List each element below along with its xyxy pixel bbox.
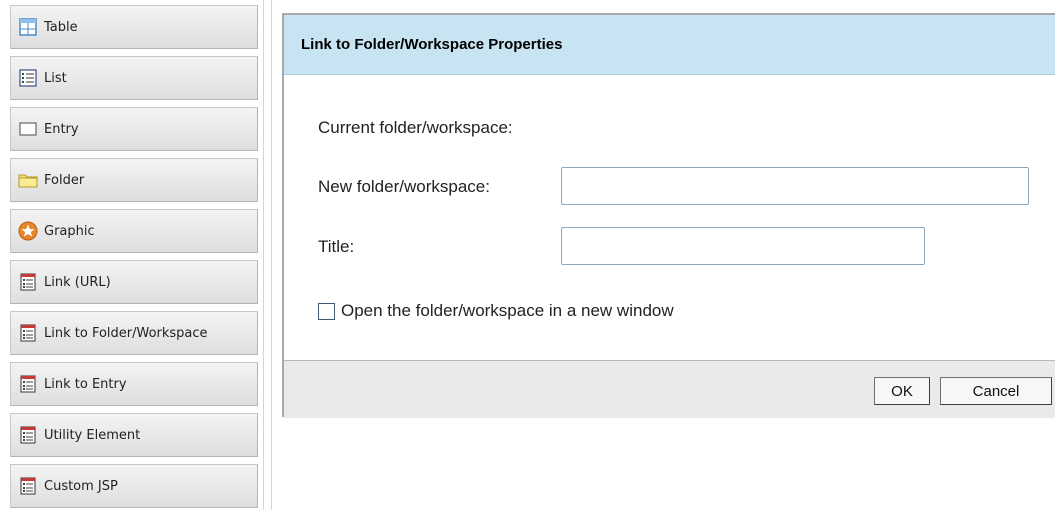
palette-item-graphic[interactable]: Graphic bbox=[10, 209, 258, 253]
folder-icon bbox=[18, 170, 38, 190]
utility-element-icon bbox=[18, 425, 38, 445]
list-icon bbox=[18, 68, 38, 88]
dialog-footer: OK Cancel bbox=[284, 360, 1055, 418]
palette-item-label: Folder bbox=[44, 172, 85, 188]
palette-item-label: Entry bbox=[44, 121, 79, 137]
entry-icon bbox=[18, 119, 38, 139]
cancel-button[interactable]: Cancel bbox=[940, 377, 1052, 405]
element-palette: Table List Entry Folder Graphic Link (UR… bbox=[10, 5, 258, 510]
palette-item-label: Graphic bbox=[44, 223, 95, 239]
title-input[interactable] bbox=[561, 227, 925, 265]
dialog-header: Link to Folder/Workspace Properties bbox=[284, 15, 1055, 75]
palette-item-label: Link to Entry bbox=[44, 376, 127, 392]
title-label: Title: bbox=[318, 237, 355, 256]
link-entry-icon bbox=[18, 374, 38, 394]
divider bbox=[271, 0, 272, 510]
ok-button[interactable]: OK bbox=[874, 377, 930, 405]
divider bbox=[263, 0, 264, 510]
palette-item-entry[interactable]: Entry bbox=[10, 107, 258, 151]
table-icon bbox=[18, 17, 38, 37]
dialog-title: Link to Folder/Workspace Properties bbox=[301, 36, 563, 53]
new-folder-label: New folder/workspace: bbox=[318, 177, 490, 196]
open-new-window-checkbox[interactable] bbox=[318, 303, 335, 320]
palette-item-custom-jsp[interactable]: Custom JSP bbox=[10, 464, 258, 508]
palette-item-folder[interactable]: Folder bbox=[10, 158, 258, 202]
custom-jsp-icon bbox=[18, 476, 38, 496]
palette-item-link-entry[interactable]: Link to Entry bbox=[10, 362, 258, 406]
link-folder-icon bbox=[18, 323, 38, 343]
open-new-window-label: Open the folder/workspace in a new windo… bbox=[341, 301, 674, 320]
palette-item-label: Table bbox=[44, 19, 78, 35]
palette-item-label: Link to Folder/Workspace bbox=[44, 325, 208, 341]
palette-item-table[interactable]: Table bbox=[10, 5, 258, 49]
palette-item-link-folder-workspace[interactable]: Link to Folder/Workspace bbox=[10, 311, 258, 355]
graphic-star-icon bbox=[18, 221, 38, 241]
palette-item-label: Custom JSP bbox=[44, 478, 118, 494]
link-properties-dialog: Link to Folder/Workspace Properties Curr… bbox=[282, 13, 1055, 418]
palette-item-utility-element[interactable]: Utility Element bbox=[10, 413, 258, 457]
palette-item-label: List bbox=[44, 70, 67, 86]
link-url-icon bbox=[18, 272, 38, 292]
palette-item-label: Link (URL) bbox=[44, 274, 111, 290]
current-folder-label: Current folder/workspace: bbox=[318, 118, 513, 137]
palette-item-link-url[interactable]: Link (URL) bbox=[10, 260, 258, 304]
new-folder-input[interactable] bbox=[561, 167, 1029, 205]
palette-item-label: Utility Element bbox=[44, 427, 141, 443]
palette-item-list[interactable]: List bbox=[10, 56, 258, 100]
